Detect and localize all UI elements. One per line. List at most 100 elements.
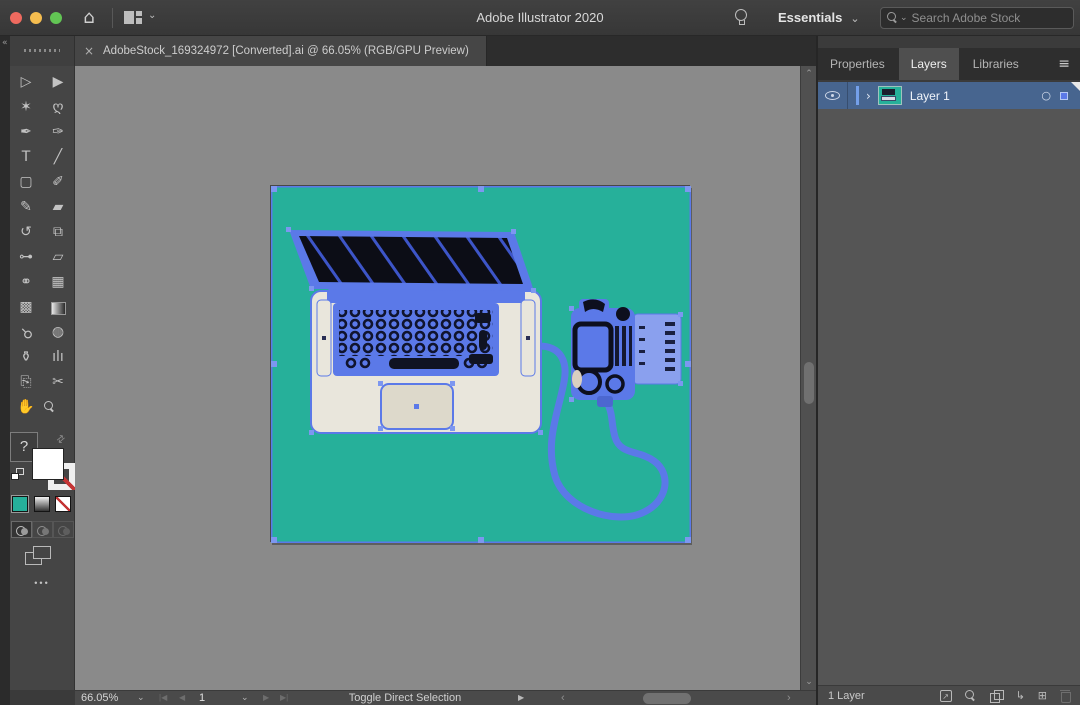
layer-name[interactable]: Layer 1 <box>910 89 1042 103</box>
artboard-tool[interactable]: ⎘ <box>12 370 40 395</box>
document-tab[interactable]: × AdobeStock_169324972 [Converted].ai @ … <box>75 36 487 66</box>
chevron-down-icon: ⌄ <box>850 12 859 25</box>
layers-footer-icons: ↗ ↳ ⊞ <box>940 690 1070 702</box>
none-button[interactable] <box>55 496 71 512</box>
lasso-tool[interactable]: ღ <box>44 95 72 120</box>
toolbar: ▷▶✶ღ✒✑T╱▢✐✎▰↺⧉⊶▱⚭▦▩⚲◍⚱ılı⎘✂✋ ? ⇄ ••• <box>10 66 75 690</box>
visibility-cell[interactable] <box>818 82 848 109</box>
zoom-level[interactable]: 66.05% <box>81 691 118 705</box>
shape-builder-tool[interactable]: ⚭ <box>12 270 40 295</box>
canvas-area[interactable]: ⌃ ⌄ <box>75 66 816 690</box>
right-panel: Properties Layers Libraries ≡ › Layer 1 … <box>818 36 1080 705</box>
selection-tool[interactable]: ▷ <box>12 70 40 95</box>
new-layer-icon[interactable]: ⊞ <box>1038 690 1047 702</box>
scroll-right-icon[interactable]: › <box>787 691 791 705</box>
laptop-screen <box>299 236 523 284</box>
color-button[interactable] <box>12 496 28 512</box>
chevron-down-icon: ⌄ <box>900 13 908 23</box>
layers-panel-body[interactable] <box>818 109 1080 685</box>
width-tool[interactable]: ⊶ <box>12 245 40 270</box>
direct-selection-tool[interactable]: ▶ <box>44 70 72 95</box>
magic-wand-tool[interactable]: ✶ <box>12 95 40 120</box>
horizontal-scroll-thumb[interactable] <box>643 693 691 704</box>
vertical-scroll-thumb[interactable] <box>804 362 814 404</box>
collapse-panel-icon[interactable]: « <box>2 38 8 48</box>
locate-object-icon[interactable] <box>965 690 977 702</box>
toolbar-header[interactable] <box>10 36 75 66</box>
last-artboard-button[interactable]: ▶| <box>280 691 288 705</box>
blend-tool[interactable]: ◍ <box>44 320 72 345</box>
rectangle-tool[interactable]: ▢ <box>12 170 40 195</box>
draw-behind-button[interactable] <box>32 521 53 538</box>
artwork-canvas[interactable] <box>271 186 691 543</box>
discover-lightbulb-icon[interactable] <box>735 9 747 21</box>
scroll-left-icon[interactable]: ‹ <box>561 691 565 705</box>
pen-tool[interactable]: ✒ <box>12 120 40 145</box>
swap-fill-stroke-icon[interactable]: ⇄ <box>54 433 67 447</box>
status-menu-icon[interactable]: ▶ <box>518 691 524 705</box>
layer-count: 1 Layer <box>828 690 865 702</box>
tool-grid: ▷▶✶ღ✒✑T╱▢✐✎▰↺⧉⊶▱⚭▦▩⚲◍⚱ılı⎘✂✋ <box>10 66 74 426</box>
layer-target-icon[interactable]: ○ <box>1041 89 1051 102</box>
layers-panel-footer: 1 Layer ↗ ↳ ⊞ <box>818 685 1080 705</box>
draw-inside-button[interactable] <box>53 521 74 538</box>
gradient-tool[interactable] <box>44 295 72 320</box>
spacebar-key <box>389 358 459 369</box>
layer-selected-indicator[interactable] <box>1060 92 1068 100</box>
panel-tab-bar: Properties Layers Libraries ≡ <box>818 48 1080 80</box>
titlebar: ⌂ ⌄ Adobe Illustrator 2020 Essentials⌄ ⌄ <box>0 0 1080 36</box>
collect-for-export-icon[interactable]: ↗ <box>940 690 952 702</box>
previous-artboard-button[interactable]: ◀ <box>179 691 185 705</box>
scale-tool[interactable]: ⧉ <box>44 220 72 245</box>
fill-color-swatch[interactable] <box>32 448 64 480</box>
first-artboard-button[interactable]: |◀ <box>159 691 167 705</box>
delete-layer-icon[interactable] <box>1060 690 1070 702</box>
zoom-dropdown-icon[interactable]: ⌄ <box>137 691 145 705</box>
zoom-tool[interactable] <box>44 401 72 426</box>
free-transform-tool[interactable]: ▱ <box>44 245 72 270</box>
line-segment-tool[interactable]: ╱ <box>44 145 72 170</box>
rotate-tool[interactable]: ↺ <box>12 220 40 245</box>
layer-thumbnail[interactable] <box>878 86 902 105</box>
scroll-down-icon[interactable]: ⌄ <box>801 677 817 687</box>
artboard[interactable] <box>270 185 690 542</box>
perspective-grid-tool[interactable]: ▦ <box>44 270 72 295</box>
new-sublayer-icon[interactable]: ↳ <box>1016 690 1025 702</box>
slice-tool[interactable]: ✂ <box>44 370 72 395</box>
workspace-switcher[interactable]: Essentials⌄ <box>778 0 860 36</box>
type-tool[interactable]: T <box>12 145 40 170</box>
artboard-dropdown-icon[interactable]: ⌄ <box>241 691 249 705</box>
left-edge-strip: « <box>0 36 10 705</box>
laptop-hinge <box>327 289 525 303</box>
layer-row[interactable]: › Layer 1 ○ <box>818 82 1080 109</box>
hand-tool[interactable]: ✋ <box>12 395 40 420</box>
curvature-tool[interactable]: ✑ <box>44 120 72 145</box>
tab-layers[interactable]: Layers <box>899 48 959 80</box>
vertical-scrollbar[interactable]: ⌃ ⌄ <box>800 66 816 690</box>
expand-layer-icon[interactable]: › <box>866 89 871 103</box>
paintbrush-tool[interactable]: ✐ <box>44 170 72 195</box>
default-fill-stroke-icon[interactable] <box>11 468 26 481</box>
laptop-illustration[interactable] <box>289 230 541 433</box>
stock-search-box[interactable]: ⌄ <box>880 7 1074 29</box>
tab-properties[interactable]: Properties <box>818 48 897 80</box>
screen-mode-icon[interactable] <box>25 546 55 570</box>
shaper-tool[interactable]: ✎ <box>12 195 40 220</box>
status-bar: 66.05% ⌄ |◀ ◀ 1 ⌄ ▶ ▶| Toggle Direct Sel… <box>75 690 816 705</box>
close-icon[interactable]: × <box>75 44 103 58</box>
scroll-up-icon[interactable]: ⌃ <box>801 69 817 79</box>
eraser-tool[interactable]: ▰ <box>44 195 72 220</box>
document-tab-strip: × AdobeStock_169324972 [Converted].ai @ … <box>75 36 816 66</box>
column-graph-tool[interactable]: ılı <box>44 345 72 370</box>
search-input[interactable] <box>912 11 1067 25</box>
artboard-number[interactable]: 1 <box>199 691 205 705</box>
make-clip-mask-icon[interactable] <box>990 690 1003 702</box>
status-tray-label[interactable]: Toggle Direct Selection <box>305 691 505 705</box>
panel-menu-icon[interactable]: ≡ <box>1058 56 1080 72</box>
search-icon <box>887 12 899 24</box>
next-artboard-button[interactable]: ▶ <box>263 691 269 705</box>
draw-normal-button[interactable] <box>11 521 32 538</box>
edit-toolbar-button[interactable]: ••• <box>10 578 74 588</box>
gradient-button[interactable] <box>34 496 50 512</box>
tab-libraries[interactable]: Libraries <box>961 48 1031 80</box>
